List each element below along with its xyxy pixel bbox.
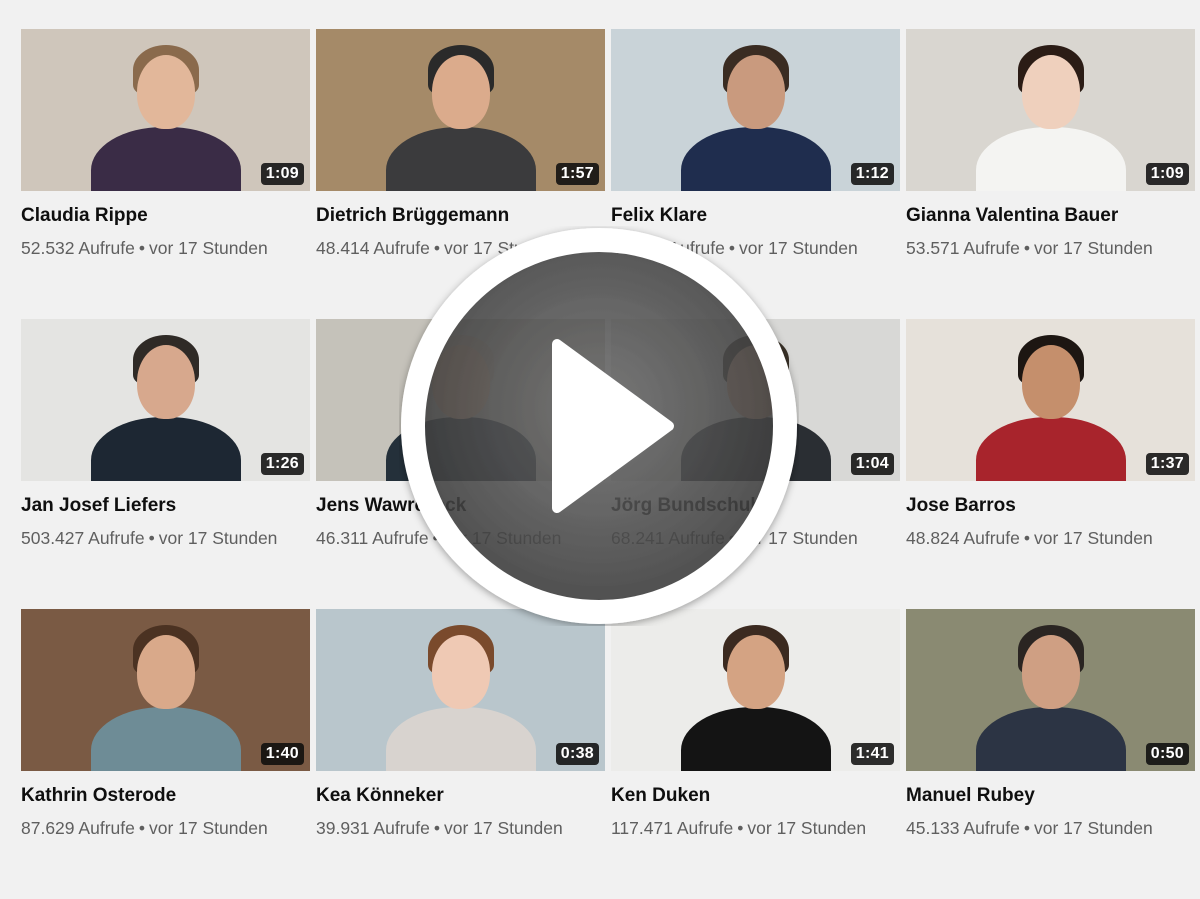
duration-badge: 1:09 [260,163,304,185]
video-thumbnail[interactable]: 1:37 [906,319,1195,481]
play-icon[interactable] [399,226,799,626]
video-meta: 53.571 Aufrufe • vor 17 Stunden [906,236,1181,261]
video-meta: 52.532 Aufrufe • vor 17 Stunden [21,236,296,261]
view-count: 117.471 Aufrufe [611,818,734,838]
meta-separator: • [1023,528,1030,548]
meta-separator: • [1023,238,1030,258]
video-title[interactable]: Jose Barros [906,494,1195,518]
duration-badge: 1:41 [850,743,894,765]
video-card[interactable]: 1:37 Jose Barros 48.824 Aufrufe • vor 17 Stu… [906,319,1195,609]
video-thumbnail[interactable]: 1:41 [611,609,900,771]
meta-separator: • [737,818,744,838]
video-card[interactable]: 1:26 Jan Josef Liefers 503.427 Aufrufe • vor… [21,319,310,609]
view-count: 503.427 Aufrufe [21,528,145,548]
video-title[interactable]: Ken Duken [611,784,900,808]
video-title[interactable]: Gianna Valentina Bauer [906,204,1195,228]
view-count: 48.824 Aufrufe [906,528,1020,548]
video-title[interactable]: Kathrin Osterode [21,784,310,808]
video-title[interactable]: Kea Könneker [316,784,605,808]
video-card[interactable]: 0:38 Kea Könneker 39.931 Aufrufe • vor 17 St… [316,609,605,899]
view-count: 52.532 Aufrufe [21,238,135,258]
duration-badge: 1:04 [850,453,894,475]
video-meta: 39.931 Aufrufe • vor 17 Stunden [316,816,591,841]
video-title[interactable]: Manuel Rubey [906,784,1195,808]
video-card[interactable]: 1:09 Gianna Valentina Bauer 53.571 Aufrufe… [906,29,1195,319]
view-count: 39.931 Aufrufe [316,818,430,838]
duration-badge: 1:57 [555,163,599,185]
video-thumbnail[interactable]: 1:40 [21,609,310,771]
duration-badge: 0:38 [555,743,599,765]
upload-age: vor 17 Stunden [1034,238,1153,258]
video-thumbnail[interactable]: 0:38 [316,609,605,771]
duration-badge: 1:12 [850,163,894,185]
video-thumbnail[interactable]: 1:09 [21,29,310,191]
upload-age: vor 17 Stunden [1034,818,1153,838]
meta-separator: • [1023,818,1030,838]
upload-age: vor 17 Stunden [158,528,278,548]
video-title[interactable]: Jan Josef Liefers [21,494,310,518]
upload-age: vor 17 Stunden [149,818,268,838]
video-card[interactable]: 0:50 Manuel Rubey 45.133 Aufrufe • vor 17 St… [906,609,1195,899]
upload-age: vor 17 Stunden [747,818,867,838]
upload-age: vor 17 Stunden [1034,528,1153,548]
video-meta: 87.629 Aufrufe • vor 17 Stunden [21,816,296,841]
video-meta: 48.824 Aufrufe • vor 17 Stunden [906,526,1181,551]
view-count: 45.133 Aufrufe [906,818,1020,838]
meta-separator: • [148,528,155,548]
video-card[interactable]: 1:40 Kathrin Osterode 87.629 Aufrufe • vor 1… [21,609,310,899]
video-thumbnail[interactable]: 1:12 [611,29,900,191]
video-card[interactable]: 1:41 Ken Duken 117.471 Aufrufe • vor 17 Stun… [611,609,900,899]
video-card[interactable]: 1:09 Claudia Rippe 52.532 Aufrufe • vor 17 S… [21,29,310,319]
video-meta: 117.471 Aufrufe • vor 17 Stunden [611,816,886,841]
video-title[interactable]: Felix Klare [611,204,900,228]
video-thumbnail[interactable]: 1:26 [21,319,310,481]
duration-badge: 1:09 [1145,163,1189,185]
meta-separator: • [138,238,145,258]
meta-separator: • [138,818,145,838]
duration-badge: 1:37 [1145,453,1189,475]
duration-badge: 1:26 [260,453,304,475]
duration-badge: 1:40 [260,743,304,765]
video-meta: 45.133 Aufrufe • vor 17 Stunden [906,816,1181,841]
upload-age: vor 17 Stunden [444,818,563,838]
video-title[interactable]: Dietrich Brüggemann [316,204,605,228]
view-count: 53.571 Aufrufe [906,238,1020,258]
video-thumbnail[interactable]: 0:50 [906,609,1195,771]
video-title[interactable]: Claudia Rippe [21,204,310,228]
video-meta: 503.427 Aufrufe • vor 17 Stunden [21,526,296,551]
meta-separator: • [433,818,440,838]
video-thumbnail[interactable]: 1:09 [906,29,1195,191]
view-count: 87.629 Aufrufe [21,818,135,838]
upload-age: vor 17 Stunden [149,238,268,258]
duration-badge: 0:50 [1145,743,1189,765]
video-thumbnail[interactable]: 1:57 [316,29,605,191]
